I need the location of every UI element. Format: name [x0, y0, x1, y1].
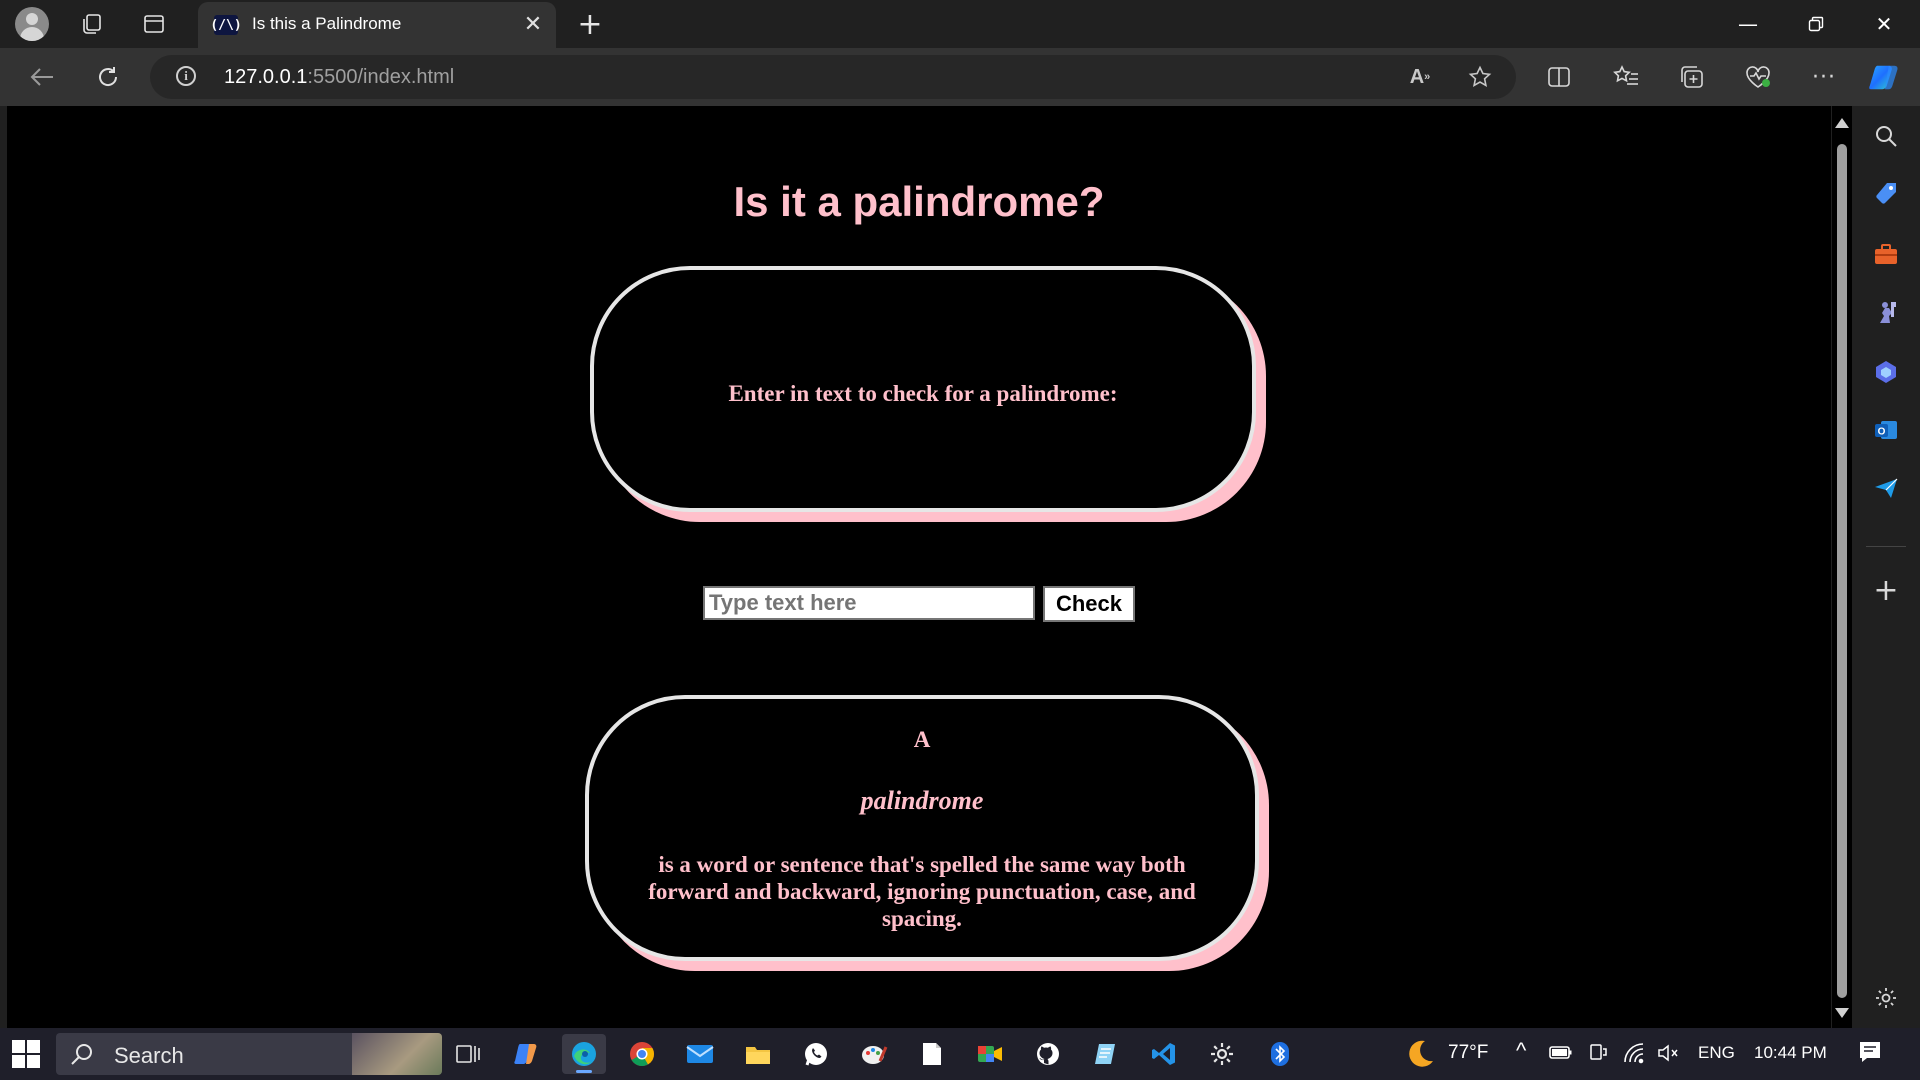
check-button[interactable]: Check [1043, 586, 1135, 622]
definition-text: is a word or sentence that's spelled the… [648, 852, 1196, 931]
tab-actions-icon[interactable] [136, 6, 172, 42]
favorites-icon[interactable] [1610, 61, 1642, 93]
sidebar-settings-gear-icon[interactable] [1870, 982, 1902, 1014]
shopping-tag-icon[interactable] [1870, 178, 1902, 210]
paint-icon[interactable] [852, 1034, 896, 1074]
profile-avatar[interactable] [15, 7, 49, 41]
language-indicator[interactable]: ENG [1698, 1043, 1735, 1063]
tools-icon[interactable] [1870, 238, 1902, 270]
copilot-taskbar-icon[interactable] [504, 1034, 548, 1074]
text-input[interactable] [703, 586, 1035, 620]
outlook-icon[interactable]: O [1870, 414, 1902, 446]
scroll-thumb[interactable] [1837, 144, 1847, 998]
weather-temp[interactable]: 77°F [1448, 1042, 1488, 1064]
refresh-icon[interactable] [88, 57, 128, 97]
edge-taskbar-icon[interactable] [562, 1034, 606, 1074]
search-icon[interactable] [1870, 120, 1902, 152]
task-view-icon[interactable] [446, 1034, 490, 1074]
close-window-button[interactable]: ✕ [1850, 0, 1918, 48]
tab-strip: (/\) Is this a Palindrome ✕ + — ✕ [0, 0, 1920, 48]
browser-toolbar: i 127.0.0.1:5500/index.html A» ··· [0, 48, 1920, 106]
vscode-icon[interactable] [1142, 1034, 1186, 1074]
edge-sidebar: O + [1852, 106, 1920, 1028]
active-indicator [576, 1070, 592, 1073]
back-icon[interactable] [22, 57, 62, 97]
definition-lead: A [913, 727, 931, 752]
settings-gear-icon[interactable] [1200, 1034, 1244, 1074]
scroll-down-icon[interactable] [1835, 1008, 1849, 1018]
prompt-text: Enter in text to check for a palindrome: [728, 381, 1118, 406]
site-info-icon[interactable]: i [176, 66, 196, 86]
mail-icon[interactable] [678, 1034, 722, 1074]
tray-overflow-chevron-icon[interactable]: ^ [1516, 1038, 1526, 1064]
notepad-icon[interactable] [910, 1034, 954, 1074]
svg-text:O: O [1878, 427, 1886, 438]
bluetooth-icon[interactable] [1258, 1034, 1302, 1074]
workspaces-icon[interactable] [74, 6, 110, 42]
split-screen-icon[interactable] [1543, 61, 1575, 93]
meet-icon[interactable] [968, 1034, 1012, 1074]
wifi-icon[interactable] [1622, 1042, 1646, 1070]
games-icon[interactable] [1870, 296, 1902, 328]
taskbar-search[interactable]: Search [56, 1033, 442, 1075]
send-icon[interactable] [1870, 472, 1902, 504]
github-icon[interactable] [1026, 1034, 1070, 1074]
browser-essentials-icon[interactable] [1742, 61, 1774, 93]
weather-moon-icon[interactable] [1398, 1034, 1442, 1074]
notifications-icon[interactable] [1858, 1040, 1882, 1070]
search-label: Search [114, 1043, 184, 1068]
search-glass-icon [71, 1044, 92, 1065]
start-windows-icon[interactable] [12, 1040, 40, 1068]
notes-icon[interactable] [1084, 1034, 1128, 1074]
battery-icon[interactable] [1548, 1042, 1574, 1068]
clock-time[interactable]: 10:44 PM [1754, 1043, 1827, 1063]
url-text[interactable]: 127.0.0.1:5500/index.html [224, 66, 454, 89]
page-title: Is it a palindrome? [733, 178, 1105, 225]
add-sidebar-app-icon[interactable]: + [1870, 573, 1902, 608]
tab-favicon-icon: (/\) [210, 15, 242, 35]
copilot-icon[interactable] [1868, 61, 1900, 93]
definition-word: palindrome [860, 786, 984, 815]
page-viewport: Is it a palindrome? Enter in text to che… [7, 106, 1831, 1028]
prompt-card: Enter in text to check for a palindrome: [590, 266, 1256, 512]
tab-title: Is this a Palindrome [252, 14, 402, 33]
whatsapp-icon[interactable] [794, 1034, 838, 1074]
more-menu-icon[interactable]: ··· [1808, 61, 1840, 93]
device-icon[interactable] [1588, 1042, 1608, 1068]
search-highlight-image [352, 1033, 442, 1075]
read-aloud-icon[interactable]: A» [1404, 61, 1436, 93]
sidebar-divider [1866, 546, 1906, 547]
volume-muted-icon[interactable] [1656, 1042, 1680, 1070]
restore-button[interactable] [1782, 0, 1850, 48]
definition-card: A palindrome is a word or sentence that'… [585, 695, 1259, 961]
file-explorer-icon[interactable] [736, 1034, 780, 1074]
windows-taskbar: Search 77°F ^ ENG 10:44 PM [0, 1028, 1920, 1080]
minimize-button[interactable]: — [1714, 0, 1782, 48]
page-scrollbar[interactable] [1832, 106, 1852, 1028]
collections-icon[interactable] [1676, 61, 1708, 93]
address-bar[interactable]: i 127.0.0.1:5500/index.html A» [150, 55, 1516, 99]
copilot-sidebar-icon[interactable] [1870, 356, 1902, 388]
tab-palindrome[interactable]: (/\) Is this a Palindrome ✕ [198, 2, 556, 48]
tab-close-icon[interactable]: ✕ [520, 11, 546, 37]
chrome-icon[interactable] [620, 1034, 664, 1074]
new-tab-button[interactable]: + [572, 6, 608, 42]
favorite-star-icon[interactable] [1464, 61, 1496, 93]
scroll-up-icon[interactable] [1835, 118, 1849, 128]
